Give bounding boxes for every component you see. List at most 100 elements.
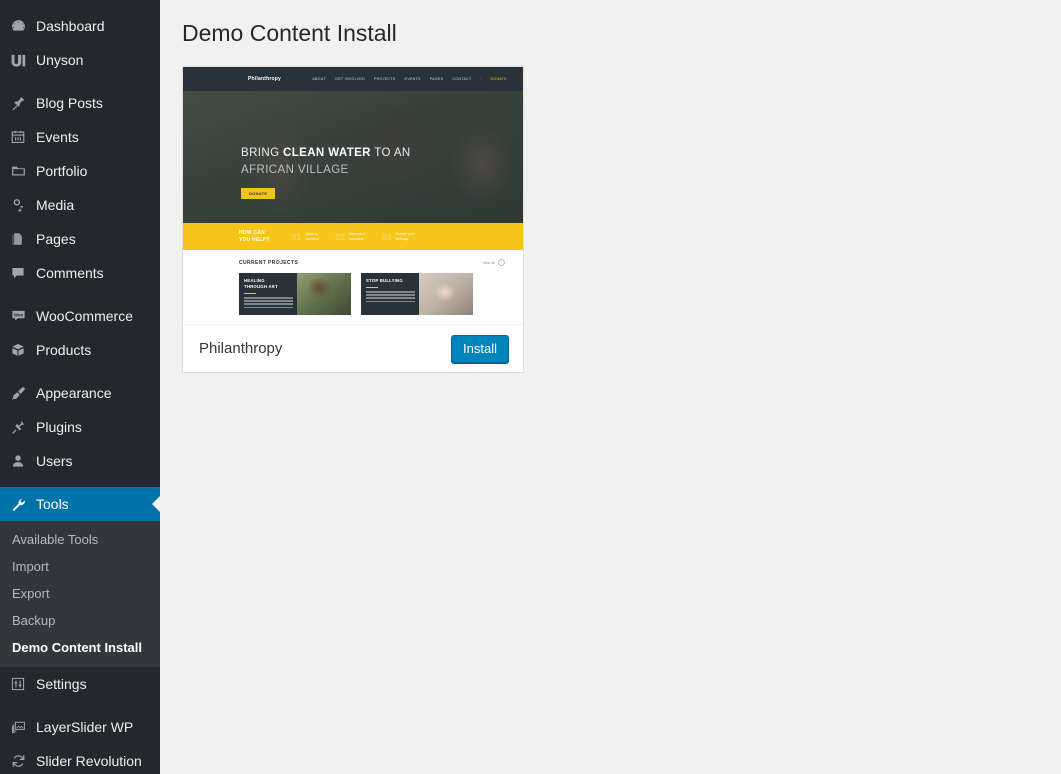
sidebar-item-label: Unyson: [36, 52, 84, 68]
help-step-number: 02: [335, 231, 346, 242]
preview-help-step: 02 Become a volunteer: [335, 232, 365, 242]
preview-nav-item: GET INVOLVED: [335, 77, 365, 81]
help-step-line2: volunteer: [349, 236, 365, 241]
sidebar-item-products[interactable]: Products: [0, 333, 160, 367]
menu-group-settings: Settings: [0, 667, 160, 701]
unyson-icon: [8, 50, 28, 70]
submenu-item-available-tools[interactable]: Available Tools: [0, 526, 160, 553]
sidebar-item-media[interactable]: Media: [0, 188, 160, 222]
sidebar-item-label: Appearance: [36, 385, 112, 401]
sidebar-item-blog-posts[interactable]: Blog Posts: [0, 86, 160, 120]
hero-line1-pre: BRING: [241, 147, 284, 159]
sidebar-item-label: Events: [36, 129, 79, 145]
help-step-line1: Donate your: [395, 231, 416, 236]
images-stack-icon: [8, 717, 28, 737]
project-card-excerpt: [244, 297, 293, 309]
sidebar-item-label: Settings: [36, 676, 87, 692]
help-step-line1: Make a: [305, 231, 318, 236]
preview-hero-headline-line2: AFRICAN VILLAGE: [241, 164, 349, 176]
arrow-circle-icon: [498, 259, 505, 266]
project-card-info: HEALING THROUGH ART: [239, 273, 297, 315]
sidebar-item-label: Portfolio: [36, 163, 88, 179]
sidebar-item-portfolio[interactable]: Portfolio: [0, 154, 160, 188]
dashboard-icon: [8, 16, 28, 36]
menu-spacer: [0, 77, 160, 86]
sidebar-item-label: Dashboard: [36, 18, 105, 34]
preview-project-card: HEALING THROUGH ART: [239, 273, 351, 315]
help-step-text: Donate your birthday: [395, 232, 415, 242]
sidebar-item-label: Users: [36, 453, 73, 469]
submenu-item-demo-content-install[interactable]: Demo Content Install: [0, 634, 160, 661]
menu-spacer: [0, 0, 160, 9]
hero-line1-strong: CLEAN WATER: [283, 147, 371, 159]
sidebar-item-dashboard[interactable]: Dashboard: [0, 9, 160, 43]
sidebar-item-label: Comments: [36, 265, 104, 281]
menu-spacer: [0, 290, 160, 299]
sidebar-item-comments[interactable]: Comments: [0, 256, 160, 290]
menu-group-content: Blog Posts Events Portfolio Media Pages …: [0, 86, 160, 290]
preview-hero: BRING CLEAN WATER TO AN AFRICAN VILLAGE …: [183, 91, 523, 223]
sidebar-item-settings[interactable]: Settings: [0, 667, 160, 701]
theme-screenshot[interactable]: Philanthropy ABOUT GET INVOLVED PROJECTS…: [183, 67, 523, 324]
sidebar-item-woocommerce[interactable]: Woo WooCommerce: [0, 299, 160, 333]
preview-projects-header: CURRENT PROJECTS View all: [239, 259, 505, 266]
preview-project-card: STOP BULLYING: [361, 273, 473, 315]
sidebar-item-appearance[interactable]: Appearance: [0, 376, 160, 410]
preview-nav-item: PAGES: [429, 77, 444, 81]
sidebar-item-tools[interactable]: Tools: [0, 487, 160, 521]
submenu-item-export[interactable]: Export: [0, 580, 160, 607]
refresh-circle-icon: [8, 751, 28, 771]
sidebar-item-label: Plugins: [36, 419, 82, 435]
sidebar-item-events[interactable]: Events: [0, 120, 160, 154]
menu-group-admin: Appearance Plugins Users: [0, 376, 160, 478]
menu-spacer: [0, 701, 160, 710]
sidebar-item-label: Blog Posts: [36, 95, 103, 111]
preview-help-title: HOW CAN YOU HELP?: [239, 230, 269, 244]
preview-donate-link: DONATE: [490, 77, 507, 81]
help-step-text: Make a donation: [305, 232, 319, 242]
project-card-divider: [244, 293, 256, 294]
project-card-info: STOP BULLYING: [361, 273, 419, 315]
portfolio-icon: [8, 161, 28, 181]
main-content: Demo Content Install Philanthropy ABOUT …: [160, 0, 1061, 774]
theme-card-footer: Philanthropy Install: [183, 324, 523, 372]
preview-help-step: 01 Make a donation: [291, 232, 319, 242]
help-step-line1: Become a: [349, 231, 366, 236]
preview-nav-separator: |: [480, 77, 482, 81]
preview-project-cards: HEALING THROUGH ART STOP BULLYING: [239, 273, 505, 315]
sidebar-item-layerslider[interactable]: LayerSlider WP: [0, 710, 160, 744]
project-card-image: [297, 273, 351, 315]
help-step-number: 01: [291, 231, 302, 242]
submenu-item-backup[interactable]: Backup: [0, 607, 160, 634]
sidebar-item-pages[interactable]: Pages: [0, 222, 160, 256]
preview-help-band: HOW CAN YOU HELP? 01 Make a donation 02 …: [183, 223, 523, 250]
sidebar-item-users[interactable]: Users: [0, 444, 160, 478]
preview-nav-item: PROJECTS: [373, 77, 396, 81]
preview-logo: Philanthropy: [248, 76, 281, 82]
install-button[interactable]: Install: [451, 334, 509, 363]
page-title: Demo Content Install: [182, 20, 397, 46]
project-card-title: HEALING THROUGH ART: [244, 278, 293, 290]
preview-help-step: 03 Donate your birthday: [381, 232, 415, 242]
preview-nav-item: CONTACT: [452, 77, 472, 81]
sidebar-item-unyson[interactable]: Unyson: [0, 43, 160, 77]
sidebar-item-slider-revolution[interactable]: Slider Revolution: [0, 744, 160, 774]
menu-spacer: [0, 478, 160, 487]
preview-hero-text: BRING CLEAN WATER TO AN AFRICAN VILLAGE …: [241, 145, 411, 200]
products-box-icon: [8, 340, 28, 360]
preview-nav-item: EVENTS: [404, 77, 421, 81]
sidebar-item-label: Pages: [36, 231, 76, 247]
preview-nav-links: ABOUT GET INVOLVED PROJECTS EVENTS PAGES…: [312, 77, 513, 81]
preview-view-all-link: View all: [483, 259, 505, 266]
preview-projects-section: CURRENT PROJECTS View all HEALING THROUG…: [183, 250, 523, 324]
project-card-excerpt: [366, 291, 415, 303]
sidebar-item-plugins[interactable]: Plugins: [0, 410, 160, 444]
tools-submenu: Available Tools Import Export Backup Dem…: [0, 521, 160, 667]
project-card-title: STOP BULLYING: [366, 278, 415, 284]
user-icon: [8, 451, 28, 471]
help-step-line2: donation: [305, 236, 320, 241]
help-step-line2: birthday: [395, 236, 409, 241]
admin-sidebar: Dashboard Unyson Blog Posts Events Portf…: [0, 0, 160, 774]
submenu-item-import[interactable]: Import: [0, 553, 160, 580]
preview-projects-title: CURRENT PROJECTS: [239, 259, 299, 266]
